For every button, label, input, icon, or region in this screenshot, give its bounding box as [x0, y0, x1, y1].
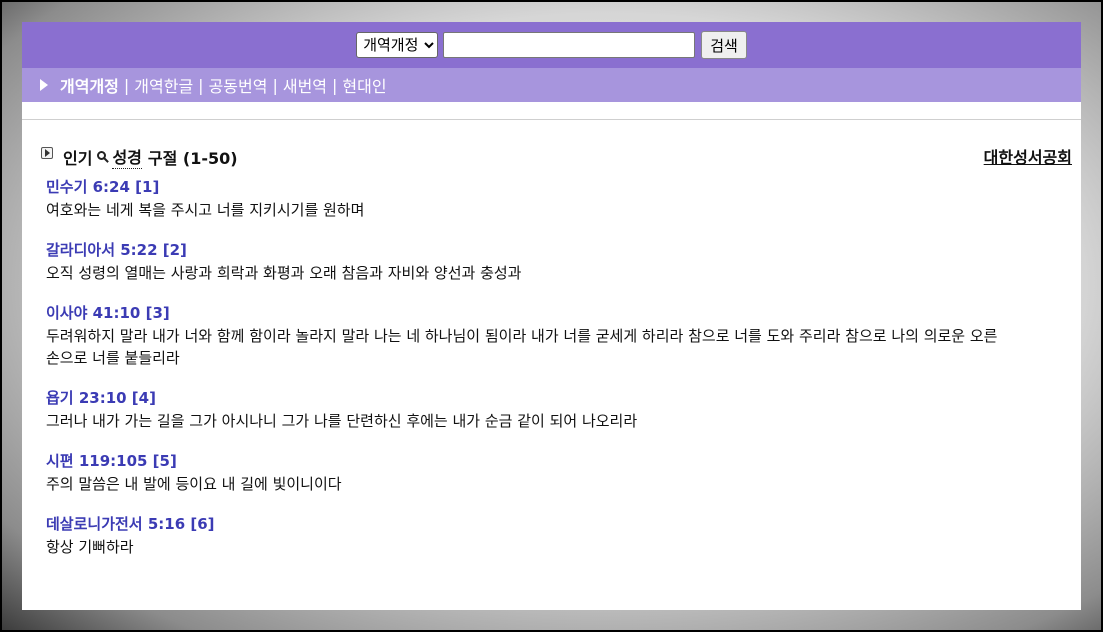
verse-text: 주의 말씀은 내 발에 등이요 내 길에 빛이니이다: [46, 475, 342, 493]
section-title-suffix: 구절 (1-50): [147, 148, 238, 168]
play-icon: [41, 147, 53, 159]
search-input[interactable]: [443, 32, 696, 58]
arrow-right-icon: [40, 79, 48, 91]
search-button[interactable]: 검색: [701, 31, 747, 59]
tab-saebeonyeok[interactable]: 새번역: [283, 73, 327, 97]
publisher-link[interactable]: 대한성서공회: [984, 144, 1072, 168]
verse-reference-link[interactable]: 데살로니가전서 5:16 [6]: [46, 513, 1046, 536]
section-header: 인기 성경 구절 (1-50) 대한성서공회: [22, 144, 1081, 174]
verse-reference-link[interactable]: 민수기 6:24 [1]: [46, 176, 1046, 199]
section-title-word[interactable]: 성경: [112, 144, 142, 169]
verse-text: 여호와는 네게 복을 주시고 너를 지키시기를 원하며: [46, 201, 365, 219]
version-tabs: 개역개정 | 개역한글 | 공동번역 | 새번역 | 현대인: [22, 68, 1081, 102]
tab-gaeyeok-hangeul[interactable]: 개역한글: [134, 73, 193, 97]
verse-reference-link[interactable]: 시편 119:105 [5]: [46, 450, 1046, 473]
search-bar: 개역개정 검색: [22, 22, 1081, 68]
list-item: 시편 119:105 [5] 주의 말씀은 내 발에 등이요 내 길에 빛이니이…: [46, 450, 1046, 495]
list-item: 이사야 41:10 [3] 두려워하지 말라 내가 너와 함께 함이라 놀라지 …: [46, 302, 1046, 369]
list-item: 데살로니가전서 5:16 [6] 항상 기뻐하라: [46, 513, 1046, 558]
tab-gaeyeok-gaejeong[interactable]: 개역개정: [60, 73, 119, 97]
tab-gongdong-beonyeok[interactable]: 공동번역: [209, 73, 268, 97]
verse-text: 그러나 내가 가는 길을 그가 아시나니 그가 나를 단련하신 후에는 내가 순…: [46, 412, 638, 430]
list-item: 갈라디아서 5:22 [2] 오직 성령의 열매는 사랑과 희락과 화평과 오래…: [46, 239, 1046, 284]
verse-reference-link[interactable]: 욥기 23:10 [4]: [46, 387, 1046, 410]
divider: [22, 119, 1081, 120]
verse-reference-link[interactable]: 갈라디아서 5:22 [2]: [46, 239, 1046, 262]
tab-separator: |: [272, 75, 278, 95]
version-select[interactable]: 개역개정: [356, 32, 439, 58]
tab-separator: |: [123, 75, 130, 95]
tab-hyeondaein[interactable]: 현대인: [342, 73, 386, 97]
list-item: 욥기 23:10 [4] 그러나 내가 가는 길을 그가 아시나니 그가 나를 …: [46, 387, 1046, 432]
search-icon: [97, 151, 107, 160]
section-title-prefix: 인기: [63, 148, 93, 168]
tab-separator: |: [332, 75, 338, 95]
verse-text: 항상 기뻐하라: [46, 538, 134, 556]
verse-text: 오직 성령의 열매는 사랑과 희락과 화평과 오래 참음과 자비와 양선과 충성…: [46, 264, 522, 282]
section-title: 인기 성경 구절 (1-50): [63, 144, 238, 169]
verse-list: 민수기 6:24 [1] 여호와는 네게 복을 주시고 너를 지키시기를 원하며…: [46, 176, 1046, 576]
list-item: 민수기 6:24 [1] 여호와는 네게 복을 주시고 너를 지키시기를 원하며: [46, 176, 1046, 221]
tab-separator: |: [198, 75, 204, 95]
verse-text: 두려워하지 말라 내가 너와 함께 함이라 놀라지 말라 나는 네 하나님이 됨…: [46, 327, 998, 367]
verse-reference-link[interactable]: 이사야 41:10 [3]: [46, 302, 1046, 325]
